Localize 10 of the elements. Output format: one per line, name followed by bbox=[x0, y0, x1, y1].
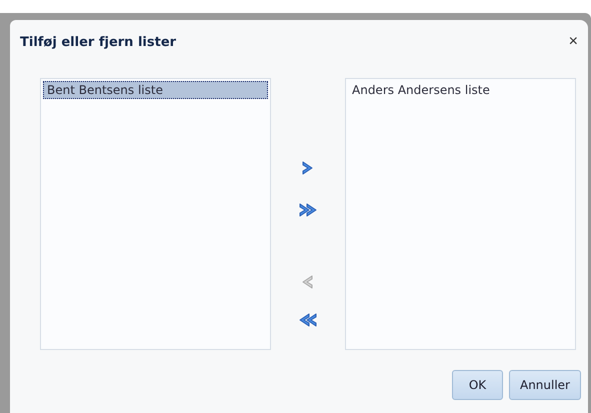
left-double-chevron-icon bbox=[298, 312, 318, 328]
left-chevron-icon bbox=[302, 274, 314, 290]
dialog-title: Tilføj eller fjern lister bbox=[20, 34, 176, 50]
right-chevron-icon bbox=[302, 160, 314, 176]
right-double-chevron-icon bbox=[298, 202, 318, 218]
cancel-button[interactable]: Annuller bbox=[508, 370, 581, 400]
ok-button[interactable]: OK bbox=[452, 370, 503, 400]
close-button[interactable]: × bbox=[566, 34, 580, 50]
list-item[interactable]: Anders Andersens liste bbox=[348, 81, 573, 99]
list-item[interactable]: Bent Bentsens liste bbox=[43, 81, 268, 99]
